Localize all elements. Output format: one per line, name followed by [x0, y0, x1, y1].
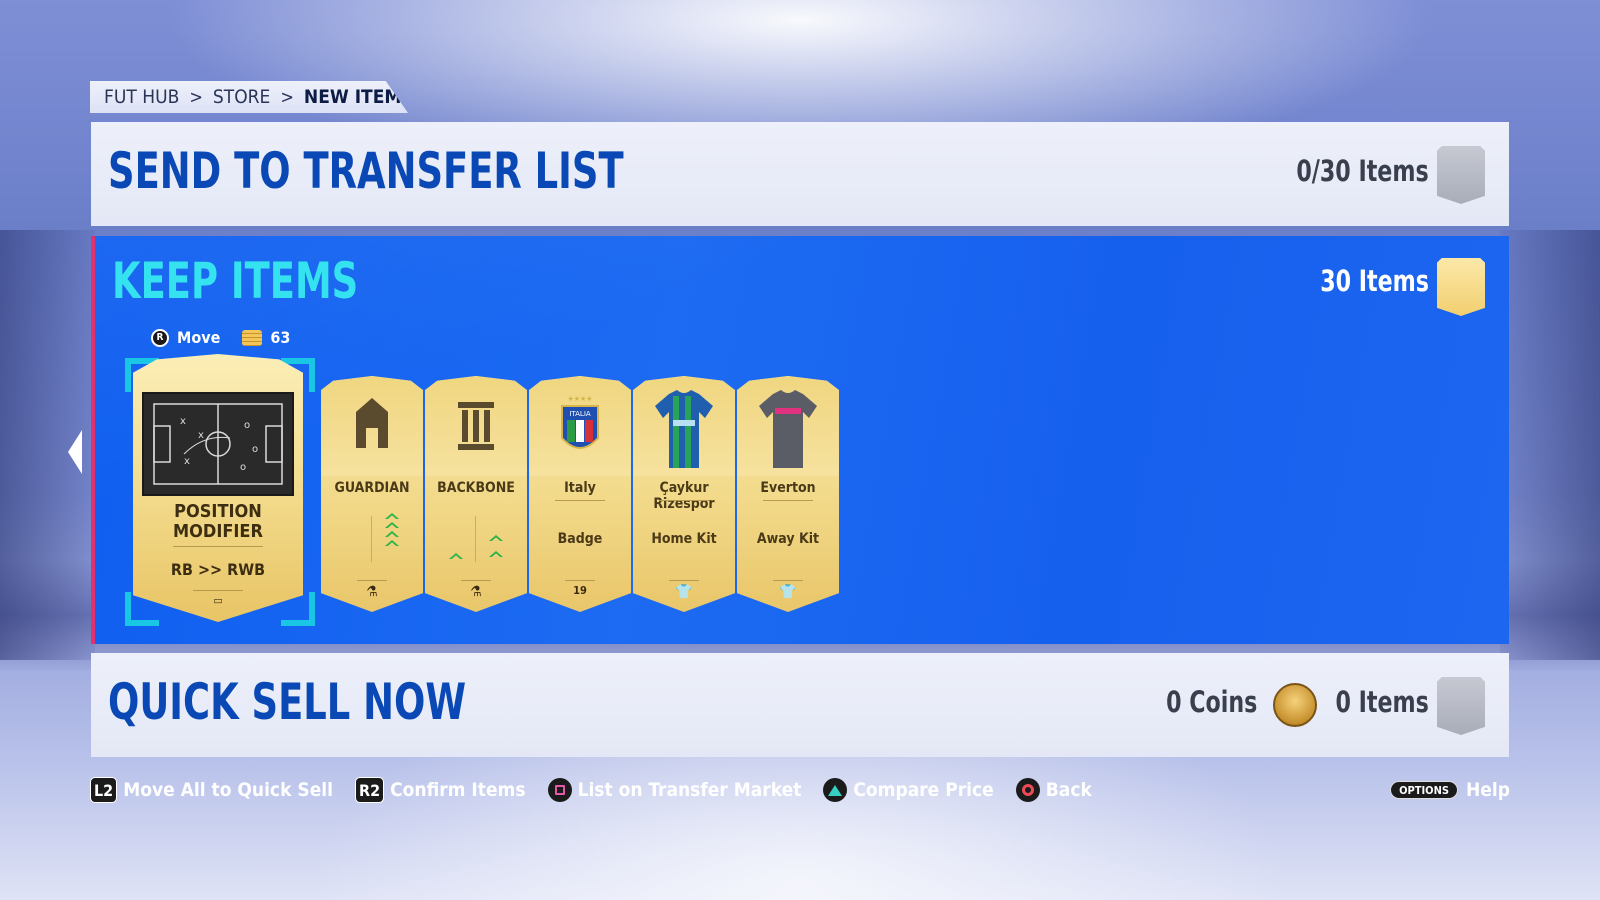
- circle-button-icon: [1015, 778, 1040, 802]
- coins-icon: [242, 329, 263, 346]
- action-label: Move All to Quick Sell: [123, 779, 333, 801]
- card-image-area: [321, 376, 423, 476]
- card-name: BACKBONE: [437, 480, 515, 496]
- helmet-icon: [356, 398, 388, 448]
- svg-text:x: x: [198, 430, 204, 441]
- action-confirm-items[interactable]: R2 Confirm Items: [355, 777, 526, 803]
- action-move-all-quick-sell[interactable]: L2 Move All to Quick Sell: [90, 777, 333, 803]
- quick-sell-count: 0 Items: [1335, 685, 1429, 719]
- svg-text:o: o: [252, 444, 258, 455]
- action-back[interactable]: Back: [1015, 778, 1092, 802]
- away-kit-icon: [759, 390, 817, 468]
- card-divider: [773, 580, 803, 581]
- keep-items-panel[interactable]: KEEP ITEMS 30 Items R Move 63 x x o o x …: [91, 236, 1509, 644]
- svg-text:o: o: [240, 462, 246, 473]
- keep-items-title: KEEP ITEMS: [112, 252, 359, 310]
- svg-text:o: o: [244, 420, 250, 431]
- square-button-icon: [547, 778, 572, 802]
- svg-text:★★★★: ★★★★: [567, 395, 592, 403]
- transfer-list-panel[interactable]: SEND TO TRANSFER LIST 0/30 Items: [91, 122, 1509, 226]
- stat-boost-icon: [385, 510, 399, 546]
- move-hint-label: Move: [177, 328, 221, 347]
- options-button-icon: OPTIONS: [1390, 781, 1458, 799]
- tactics-board-icon: x x o o x o: [142, 392, 294, 496]
- quick-sell-title: QUICK SELL NOW: [108, 673, 467, 731]
- breadcrumb-separator: >: [189, 86, 203, 108]
- card-name: GUARDIAN: [334, 480, 410, 496]
- background-crowd-right: [1500, 230, 1600, 660]
- action-list-transfer-market[interactable]: List on Transfer Market: [547, 778, 802, 802]
- action-label: Confirm Items: [390, 779, 526, 801]
- stat-boost-icon: [449, 550, 463, 559]
- action-compare-price[interactable]: Compare Price: [823, 778, 994, 802]
- item-card-rizespor-kit[interactable]: Çaykur Rizespor Home Kit 👕: [633, 376, 735, 612]
- r2-button-icon: R2: [355, 777, 385, 803]
- card-divider: [763, 500, 813, 501]
- card-divider: [565, 580, 595, 581]
- home-kit-icon: [655, 390, 713, 468]
- l2-button-icon: L2: [90, 777, 118, 803]
- action-label: List on Transfer Market: [577, 779, 802, 801]
- card-divider: [173, 546, 263, 547]
- pillar-icon: [458, 402, 494, 450]
- breadcrumb: FUT HUB > STORE > NEW ITEM: [90, 81, 408, 113]
- svg-text:x: x: [180, 416, 186, 427]
- action-label: Back: [1045, 779, 1092, 801]
- card-type: Home Kit: [651, 531, 717, 547]
- card-name: POSITION MODIFIER: [173, 501, 263, 542]
- transfer-list-title: SEND TO TRANSFER LIST: [108, 142, 624, 200]
- right-stick-icon: R: [151, 328, 169, 347]
- keep-items-count: 30 Items: [1320, 264, 1429, 298]
- card-divider: [659, 500, 709, 501]
- card-name: Çaykur Rizespor: [653, 480, 715, 512]
- item-card-italy-badge[interactable]: ITALIA ★★★★ Italy Badge 19: [529, 376, 631, 612]
- item-card-backbone[interactable]: BACKBONE ⚗: [425, 376, 527, 612]
- transfer-list-shield-icon: [1437, 146, 1485, 204]
- quick-sell-coins: 0 Coins: [1165, 685, 1257, 719]
- card-divider: [669, 580, 699, 581]
- card-name: Everton: [760, 480, 816, 496]
- breadcrumb-separator: >: [280, 86, 294, 108]
- card-hint-row: R Move 63: [151, 328, 290, 347]
- card-image-area: ITALIA ★★★★: [529, 376, 631, 476]
- item-card-everton-kit[interactable]: Everton Away Kit 👕: [737, 376, 839, 612]
- keep-items-shield-icon: [1437, 258, 1485, 316]
- action-label: Compare Price: [853, 779, 994, 801]
- card-type: Badge: [557, 531, 603, 547]
- shirt-icon: 👕: [675, 584, 693, 600]
- card-image-area: [633, 376, 735, 476]
- badge-icon: 19: [573, 584, 587, 597]
- item-card-guardian[interactable]: GUARDIAN ⚗: [321, 376, 423, 612]
- position-change: RB >> RWB: [170, 560, 266, 579]
- card-divider: [357, 580, 387, 581]
- item-card-position-modifier[interactable]: x x o o x o POSITION MODIFIER RB >> RWB …: [133, 354, 303, 622]
- transfer-list-count: 0/30 Items: [1296, 154, 1429, 188]
- svg-text:ITALIA: ITALIA: [569, 410, 591, 418]
- scroll-left-arrow-icon[interactable]: [68, 430, 82, 474]
- stat-boost-icon: [489, 532, 503, 557]
- quick-sell-panel[interactable]: QUICK SELL NOW 0 Coins 0 Items: [91, 653, 1509, 757]
- card-name: Italy: [564, 480, 596, 496]
- flask-icon: ⚗: [366, 584, 378, 600]
- action-help[interactable]: OPTIONS Help: [1390, 779, 1510, 801]
- flask-icon: ⚗: [470, 584, 482, 600]
- card-type: Away Kit: [756, 531, 820, 547]
- card-image-area: [737, 376, 839, 476]
- card-divider: [461, 580, 491, 581]
- help-label: Help: [1466, 779, 1510, 801]
- card-divider: [555, 500, 605, 501]
- card-divider: [193, 590, 243, 591]
- quick-sell-shield-icon: [1437, 677, 1485, 735]
- svg-text:x: x: [184, 456, 190, 467]
- breadcrumb-item-store[interactable]: STORE: [213, 86, 270, 108]
- coin-stack-icon: [1273, 683, 1317, 727]
- quick-sell-value: 63: [270, 328, 291, 347]
- breadcrumb-item-fut-hub[interactable]: FUT HUB: [104, 86, 179, 108]
- breadcrumb-item-current: NEW ITEM: [303, 86, 402, 108]
- triangle-button-icon: [823, 778, 848, 802]
- card-image-area: [425, 376, 527, 476]
- controls-footer: L2 Move All to Quick Sell R2 Confirm Ite…: [90, 775, 1510, 805]
- italy-crest-icon: ITALIA ★★★★: [561, 395, 599, 449]
- shirt-icon: 👕: [779, 584, 797, 600]
